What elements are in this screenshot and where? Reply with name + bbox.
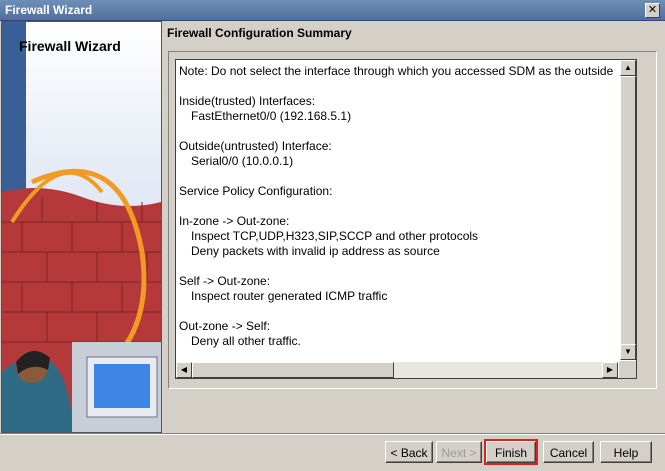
help-button[interactable]: Help [600,441,652,463]
button-separator [0,433,665,435]
summary-line [179,79,616,94]
wizard-panel-title: Firewall Wizard [19,38,121,54]
summary-line: Inspect TCP,UDP,H323,SIP,SCCP and other … [191,229,479,243]
summary-content: Note: Do not select the interface throug… [179,64,616,360]
summary-line: Self -> Out-zone: [179,274,271,288]
summary-line [179,304,616,319]
scroll-right-icon[interactable]: ▶ [602,362,618,378]
finish-button[interactable]: Finish [484,439,538,465]
summary-line: Out-zone -> Self: [179,319,271,333]
summary-textarea[interactable]: Note: Do not select the interface throug… [175,59,637,379]
summary-line: Serial0/0 (10.0.0.1) [191,154,294,168]
wizard-illustration-panel: Firewall Wizard [1,21,162,433]
horizontal-scroll-thumb[interactable] [192,362,394,378]
summary-line: Service Policy Configuration: [179,184,333,198]
window-title: Firewall Wizard [5,3,93,17]
summary-line [179,124,616,139]
scroll-left-icon[interactable]: ◀ [176,362,192,378]
cancel-button[interactable]: Cancel [543,441,594,463]
summary-line: Deny all other traffic. [191,334,301,348]
summary-line: Deny packets with invalid ip address as … [191,244,440,258]
summary-line: Outside(untrusted) Interface: [179,139,332,153]
summary-line: FastEthernet0/0 (192.168.5.1) [191,109,352,123]
summary-line [179,259,616,274]
title-bar: Firewall Wizard ✕ [0,0,665,21]
summary-line: Inspect router generated ICMP traffic [191,289,388,303]
horizontal-scrollbar[interactable]: ◀ ▶ [176,361,618,378]
close-icon[interactable]: ✕ [645,3,660,18]
vertical-scrollbar[interactable]: ▲ ▼ [619,60,636,360]
scroll-down-icon[interactable]: ▼ [620,344,636,360]
scroll-up-icon[interactable]: ▲ [620,60,636,76]
vertical-scroll-thumb[interactable] [620,76,636,346]
back-button[interactable]: < Back [385,441,433,463]
summary-line [179,169,616,184]
next-button[interactable]: Next > [436,441,482,463]
scrollbar-corner [619,361,636,378]
summary-line: In-zone -> Out-zone: [179,214,290,228]
summary-line [179,199,616,214]
summary-line: Note: Do not select the interface throug… [179,64,614,78]
summary-line: Inside(trusted) Interfaces: [179,94,316,108]
firewall-illustration [2,22,161,432]
summary-heading: Firewall Configuration Summary [167,26,352,40]
